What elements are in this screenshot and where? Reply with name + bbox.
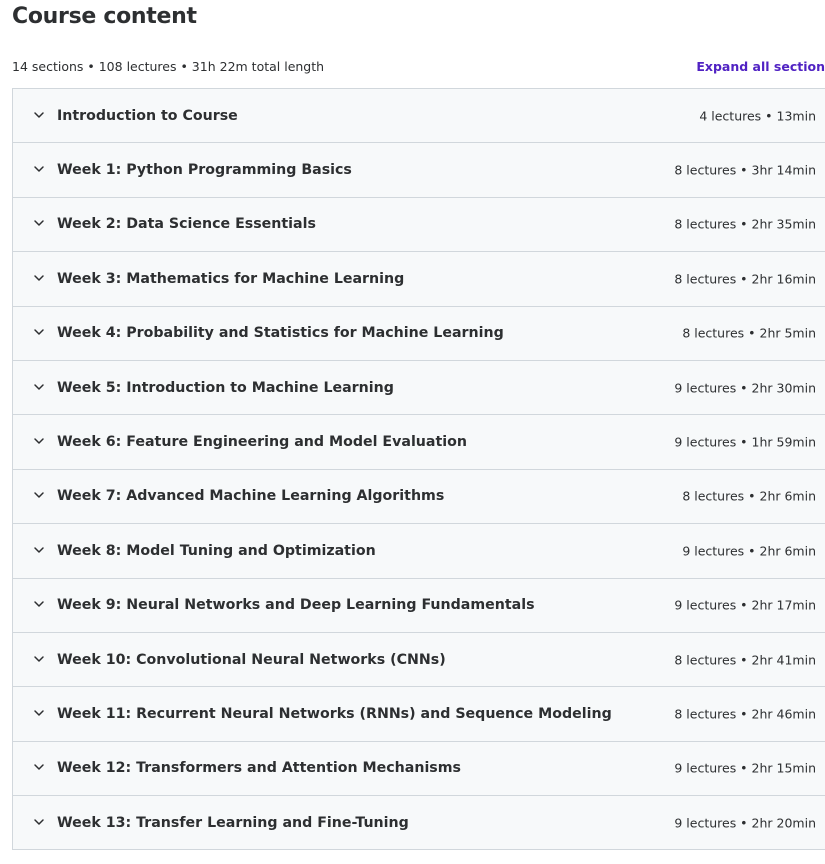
section-row[interactable]: Introduction to Course 4 lectures • 13mi…	[13, 89, 825, 144]
section-title: Week 13: Transfer Learning and Fine-Tuni…	[57, 814, 409, 831]
chevron-down-icon[interactable]	[33, 381, 45, 393]
chevron-down-icon[interactable]	[33, 326, 45, 338]
section-meta: 9 lectures • 1hr 59min	[674, 434, 816, 450]
section-row[interactable]: Week 6: Feature Engineering and Model Ev…	[13, 415, 825, 470]
chevron-down-icon[interactable]	[33, 653, 45, 665]
chevron-down-icon[interactable]	[33, 217, 45, 229]
section-row[interactable]: Week 1: Python Programming Basics 8 lect…	[13, 143, 825, 198]
section-meta: 9 lectures • 2hr 6min	[682, 543, 816, 559]
section-title: Week 10: Convolutional Neural Networks (…	[57, 651, 446, 668]
chevron-down-icon[interactable]	[33, 435, 45, 447]
section-row[interactable]: Week 12: Transformers and Attention Mech…	[13, 741, 825, 797]
section-title: Week 6: Feature Engineering and Model Ev…	[57, 434, 467, 451]
section-title: Week 1: Python Programming Basics	[57, 162, 352, 179]
section-title: Introduction to Course	[57, 107, 238, 124]
section-meta: 9 lectures • 2hr 17min	[674, 597, 816, 613]
expand-all-sections-button[interactable]: Expand all section	[696, 59, 825, 74]
section-meta: 8 lectures • 3hr 14min	[674, 162, 816, 178]
section-row[interactable]: Week 4: Probability and Statistics for M…	[13, 306, 825, 361]
section-row[interactable]: Week 13: Transfer Learning and Fine-Tuni…	[13, 796, 825, 851]
section-title: Week 12: Transformers and Attention Mech…	[57, 760, 461, 777]
section-meta: 9 lectures • 2hr 20min	[674, 815, 816, 831]
section-row[interactable]: Week 10: Convolutional Neural Networks (…	[13, 632, 825, 688]
chevron-down-icon[interactable]	[33, 109, 45, 121]
chevron-down-icon[interactable]	[33, 544, 45, 556]
chevron-down-icon[interactable]	[33, 272, 45, 284]
section-row[interactable]: Week 2: Data Science Essentials 8 lectur…	[13, 197, 825, 253]
section-title: Week 11: Recurrent Neural Networks (RNNs…	[57, 705, 612, 722]
section-meta: 8 lectures • 2hr 41min	[674, 652, 816, 668]
section-meta: 9 lectures • 2hr 15min	[674, 760, 816, 776]
sections-accordion: Introduction to Course 4 lectures • 13mi…	[12, 88, 825, 851]
section-row[interactable]: Week 8: Model Tuning and Optimization 9 …	[13, 524, 825, 579]
chevron-down-icon[interactable]	[33, 598, 45, 610]
section-row[interactable]: Week 11: Recurrent Neural Networks (RNNs…	[13, 687, 825, 742]
section-meta: 8 lectures • 2hr 5min	[682, 325, 816, 341]
page-title: Course content	[12, 4, 197, 29]
section-title: Week 5: Introduction to Machine Learning	[57, 379, 394, 396]
chevron-down-icon[interactable]	[33, 707, 45, 719]
section-meta: 8 lectures • 2hr 16min	[674, 271, 816, 287]
section-meta: 8 lectures • 2hr 6min	[682, 488, 816, 504]
section-meta: 4 lectures • 13min	[699, 108, 816, 124]
chevron-down-icon[interactable]	[33, 489, 45, 501]
section-meta: 8 lectures • 2hr 46min	[674, 706, 816, 722]
section-row[interactable]: Week 3: Mathematics for Machine Learning…	[13, 252, 825, 307]
section-row[interactable]: Week 5: Introduction to Machine Learning…	[13, 360, 825, 416]
section-row[interactable]: Week 9: Neural Networks and Deep Learnin…	[13, 578, 825, 633]
chevron-down-icon[interactable]	[33, 163, 45, 175]
section-row[interactable]: Week 7: Advanced Machine Learning Algori…	[13, 469, 825, 525]
section-title: Week 8: Model Tuning and Optimization	[57, 542, 376, 559]
summary-row: 14 sections • 108 lectures • 31h 22m tot…	[12, 59, 825, 77]
section-title: Week 3: Mathematics for Machine Learning	[57, 270, 405, 287]
section-meta: 9 lectures • 2hr 30min	[674, 380, 816, 396]
section-meta: 8 lectures • 2hr 35min	[674, 216, 816, 232]
section-title: Week 4: Probability and Statistics for M…	[57, 325, 504, 342]
course-content-panel: Course content 14 sections • 108 lecture…	[0, 0, 825, 864]
chevron-down-icon[interactable]	[33, 761, 45, 773]
section-title: Week 9: Neural Networks and Deep Learnin…	[57, 597, 535, 614]
course-summary: 14 sections • 108 lectures • 31h 22m tot…	[12, 59, 325, 74]
chevron-down-icon[interactable]	[33, 816, 45, 828]
section-title: Week 7: Advanced Machine Learning Algori…	[57, 488, 445, 505]
section-title: Week 2: Data Science Essentials	[57, 216, 316, 233]
